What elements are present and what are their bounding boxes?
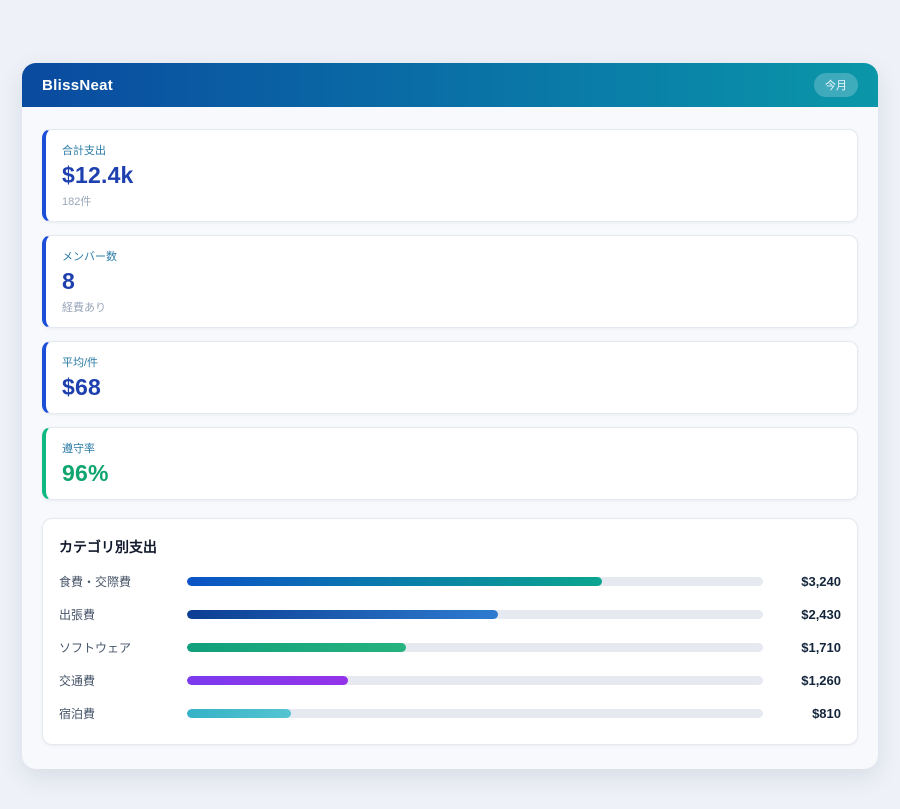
stat-value: 8 xyxy=(62,268,841,295)
bar-track xyxy=(187,709,763,718)
dashboard-card: BlissNeat 今月 合計支出 $12.4k 182件 メンバー数 8 経費… xyxy=(22,63,878,769)
category-value: $1,710 xyxy=(771,640,841,655)
category-label: 宿泊費 xyxy=(59,705,179,722)
chart-row: 宿泊費 $810 xyxy=(59,705,841,722)
period-badge[interactable]: 今月 xyxy=(814,73,858,97)
stat-label: 平均/件 xyxy=(62,354,841,370)
bar-fill xyxy=(187,676,348,685)
stat-card-compliance-rate: 遵守率 96% xyxy=(42,427,858,500)
chart-row: 出張費 $2,430 xyxy=(59,606,841,623)
category-spend-chart: カテゴリ別支出 食費・交際費 $3,240 出張費 $2,430 ソフトウェア xyxy=(42,518,858,745)
category-value: $3,240 xyxy=(771,574,841,589)
category-value: $1,260 xyxy=(771,673,841,688)
stat-subtext: 182件 xyxy=(62,193,841,209)
stat-card-total-spend: 合計支出 $12.4k 182件 xyxy=(42,129,858,222)
chart-row: ソフトウェア $1,710 xyxy=(59,639,841,656)
app-title: BlissNeat xyxy=(42,77,113,94)
bar-fill xyxy=(187,709,291,718)
bar-fill xyxy=(187,610,498,619)
bar-fill xyxy=(187,577,602,586)
bar-track xyxy=(187,577,763,586)
category-label: 交通費 xyxy=(59,672,179,689)
bar-fill xyxy=(187,643,406,652)
category-label: 食費・交際費 xyxy=(59,573,179,590)
stat-subtext: 経費あり xyxy=(62,299,841,315)
bar-track xyxy=(187,610,763,619)
stat-card-average-per-item: 平均/件 $68 xyxy=(42,341,858,414)
category-label: ソフトウェア xyxy=(59,639,179,656)
chart-title: カテゴリ別支出 xyxy=(59,537,841,557)
stat-value: 96% xyxy=(62,460,841,487)
bar-track xyxy=(187,643,763,652)
stat-label: 合計支出 xyxy=(62,142,841,158)
stat-label: メンバー数 xyxy=(62,248,841,264)
app-header: BlissNeat 今月 xyxy=(22,63,878,107)
stat-card-member-count: メンバー数 8 経費あり xyxy=(42,235,858,328)
category-label: 出張費 xyxy=(59,606,179,623)
chart-row: 交通費 $1,260 xyxy=(59,672,841,689)
category-value: $810 xyxy=(771,706,841,721)
stat-value: $68 xyxy=(62,374,841,401)
app-body: 合計支出 $12.4k 182件 メンバー数 8 経費あり 平均/件 $68 遵… xyxy=(22,107,878,769)
bar-track xyxy=(187,676,763,685)
stat-label: 遵守率 xyxy=(62,440,841,456)
chart-row: 食費・交際費 $3,240 xyxy=(59,573,841,590)
stat-value: $12.4k xyxy=(62,162,841,189)
category-value: $2,430 xyxy=(771,607,841,622)
